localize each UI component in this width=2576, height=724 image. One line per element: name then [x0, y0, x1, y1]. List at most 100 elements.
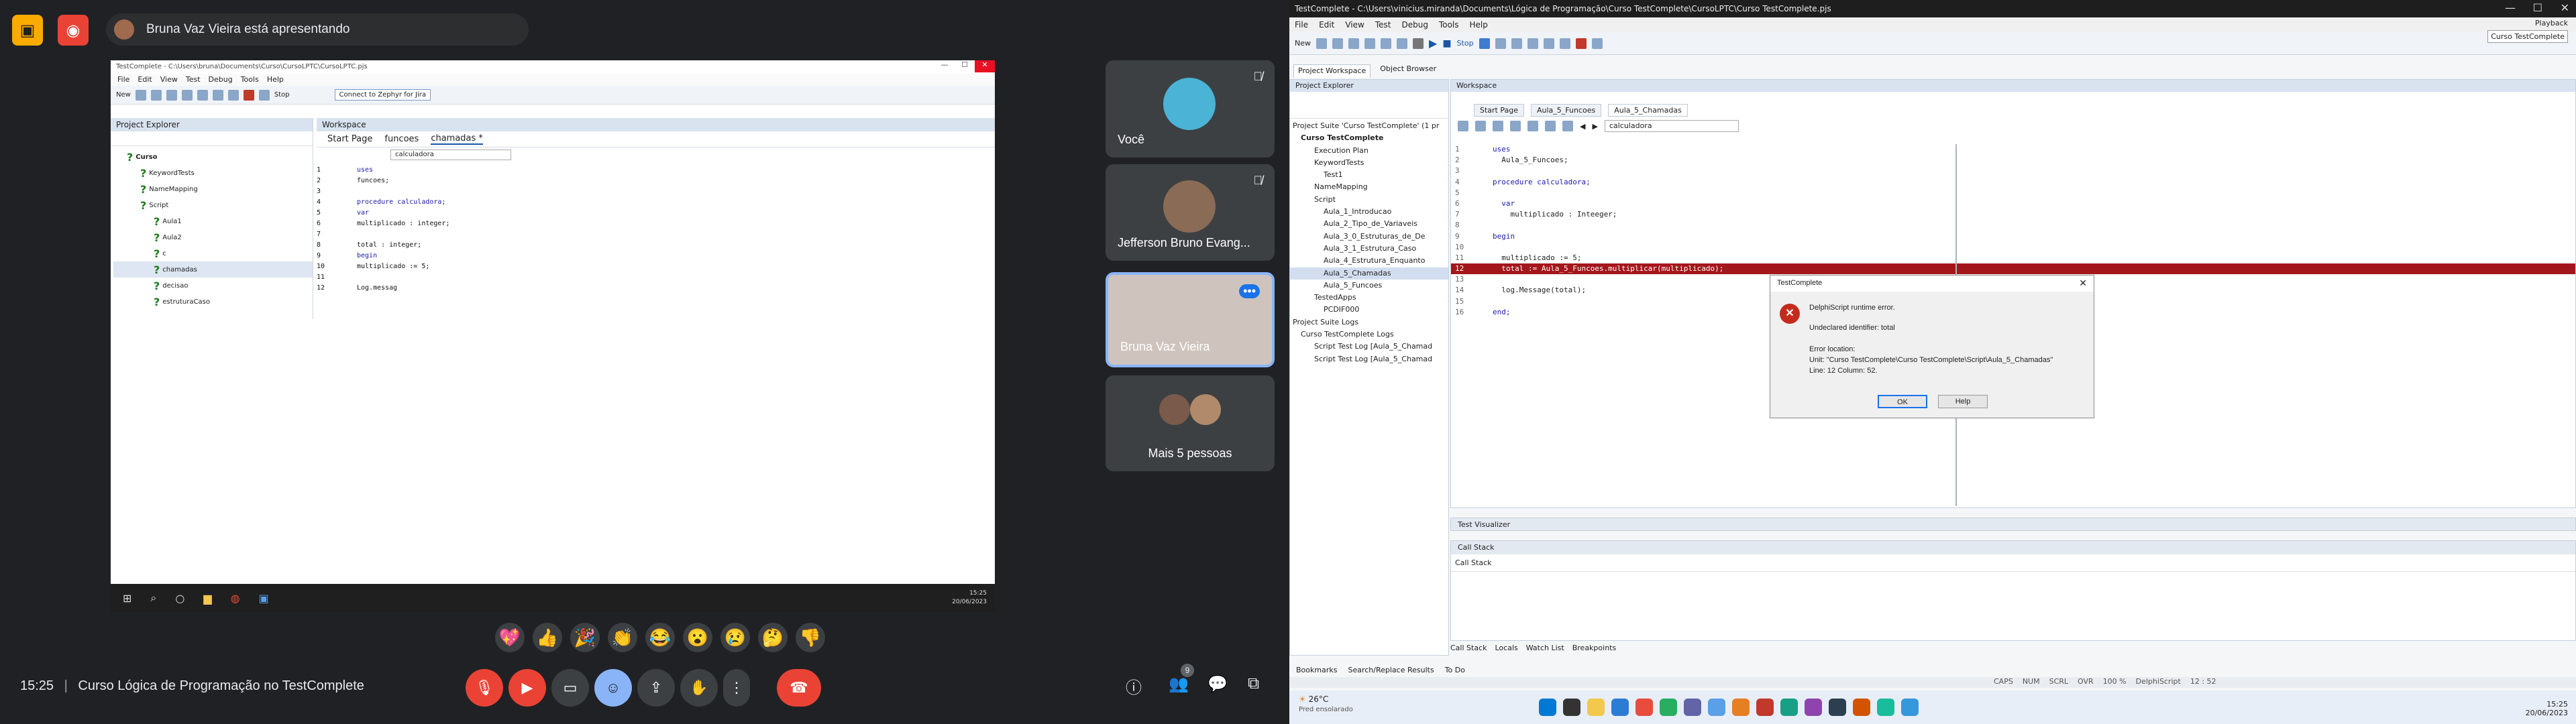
- tree-item[interactable]: ? Script: [113, 197, 313, 213]
- tab-project-workspace[interactable]: Project Workspace: [1293, 64, 1371, 78]
- tree-item[interactable]: ? Curso: [113, 149, 313, 165]
- reactions-button[interactable]: ☺: [594, 669, 632, 707]
- weather-widget[interactable]: ☀ 26°C Pred ensolarado: [1299, 695, 1353, 715]
- toolbar-icon[interactable]: [1510, 121, 1521, 131]
- tree-item[interactable]: PCDIF000: [1290, 304, 1448, 316]
- record-test-icon[interactable]: [243, 89, 254, 101]
- tree-item[interactable]: Aula_5_Funcoes: [1290, 280, 1448, 292]
- close-icon[interactable]: ✕: [975, 60, 995, 72]
- tab-call-stack[interactable]: Call Stack: [1450, 644, 1487, 652]
- record-icon[interactable]: ◉: [58, 15, 89, 46]
- tree-item[interactable]: KeywordTests: [1290, 157, 1448, 169]
- bookmark-icon[interactable]: [1559, 38, 1570, 49]
- record-test-icon[interactable]: [1413, 38, 1424, 49]
- activities-icon[interactable]: ⧉: [1248, 674, 1259, 693]
- tree-item[interactable]: Test1: [1290, 169, 1448, 181]
- task-view-icon[interactable]: ○: [175, 592, 184, 605]
- folder-icon[interactable]: [1587, 699, 1605, 716]
- app-icon[interactable]: [1853, 699, 1870, 716]
- tree-item[interactable]: Project Suite Logs: [1290, 316, 1448, 328]
- routine-select[interactable]: calculadora: [390, 149, 511, 160]
- tab-object-browser[interactable]: Object Browser: [1380, 64, 1436, 78]
- teams-icon[interactable]: [1684, 699, 1701, 716]
- routine-select[interactable]: calculadora: [1604, 120, 1739, 132]
- test-visualizer-panel[interactable]: Test Visualizer: [1450, 518, 2576, 531]
- windows-start-icon[interactable]: ⊞: [123, 592, 131, 605]
- tree-item-selected[interactable]: Aula_5_Chamadas: [1290, 267, 1448, 280]
- menu-file[interactable]: File: [117, 75, 129, 84]
- app-icon[interactable]: [1829, 699, 1846, 716]
- raise-hand-button[interactable]: ✋: [680, 669, 718, 707]
- bug-icon[interactable]: [1575, 38, 1587, 49]
- minimize-icon[interactable]: —: [2505, 1, 2516, 14]
- testcomplete-icon[interactable]: [1708, 699, 1725, 716]
- menu-edit[interactable]: Edit: [138, 75, 152, 84]
- tree-item[interactable]: ? estruturaCaso: [113, 294, 313, 310]
- present-button[interactable]: ⇪: [637, 669, 675, 707]
- tab-search-replace[interactable]: Search/Replace Results: [1348, 666, 1434, 674]
- tree-item[interactable]: Script Test Log [Aula_5_Chamad: [1290, 353, 1448, 365]
- tree-item[interactable]: ? c: [113, 245, 313, 261]
- ok-button[interactable]: OK: [1878, 395, 1927, 408]
- chrome-icon[interactable]: ◍: [231, 592, 240, 605]
- tab-chamadas[interactable]: chamadas *: [431, 133, 483, 145]
- toolbar-icon[interactable]: [1545, 121, 1556, 131]
- tree-item[interactable]: Project Suite 'Curso TestComplete' (1 pr: [1290, 120, 1448, 132]
- tab-aula5-funcoes[interactable]: Aula_5_Funcoes: [1531, 103, 1602, 117]
- shared-code-editor[interactable]: 1 uses 2 funcoes; 3 4 procedure calculador…: [317, 165, 995, 306]
- tab-start-page[interactable]: Start Page: [1474, 103, 1524, 117]
- vscode-icon[interactable]: [1901, 699, 1919, 716]
- outdent-icon[interactable]: [1527, 38, 1538, 49]
- step-icon[interactable]: [1495, 38, 1506, 49]
- indent-icon[interactable]: [1511, 38, 1522, 49]
- tab-funcoes[interactable]: funcoes: [384, 134, 419, 144]
- cut-icon[interactable]: [197, 89, 208, 101]
- reaction-heart[interactable]: 💖: [495, 623, 525, 652]
- stop-icon[interactable]: ■: [1442, 38, 1451, 49]
- toolbar-icon[interactable]: [1527, 121, 1538, 131]
- tree-item[interactable]: ? KeywordTests: [113, 165, 313, 181]
- open-icon[interactable]: [150, 89, 162, 101]
- tree-item[interactable]: Aula_4_Estrutura_Enquanto: [1290, 255, 1448, 267]
- outlook-icon[interactable]: [1611, 699, 1629, 716]
- tree-item[interactable]: ? decisao: [113, 278, 313, 294]
- tree-item[interactable]: Curso TestComplete Logs: [1290, 328, 1448, 341]
- tab-start-page[interactable]: Start Page: [327, 134, 372, 144]
- paste-icon[interactable]: [227, 89, 239, 101]
- pause-icon[interactable]: [1479, 38, 1490, 49]
- maximize-icon[interactable]: ☐: [2533, 1, 2542, 14]
- tree-item[interactable]: ? NameMapping: [113, 181, 313, 197]
- close-icon[interactable]: ✕: [2561, 1, 2569, 14]
- system-clock[interactable]: 15:25 20/06/2023: [2526, 700, 2568, 717]
- tree-item[interactable]: Curso TestComplete: [1290, 132, 1448, 144]
- toolbar-icon[interactable]: [1493, 121, 1503, 131]
- menu-help[interactable]: Help: [267, 75, 284, 84]
- app-icon[interactable]: [1877, 699, 1894, 716]
- participant-tile-active[interactable]: ••• Bruna Vaz Vieira: [1106, 272, 1275, 367]
- participant-tile-more[interactable]: Mais 5 pessoas: [1106, 375, 1275, 471]
- save-icon[interactable]: [135, 89, 146, 101]
- tree-item[interactable]: Script Test Log [Aula_5_Chamad: [1290, 341, 1448, 353]
- stop-button[interactable]: Stop: [274, 91, 290, 99]
- search-icon[interactable]: ⌕: [150, 591, 156, 605]
- tab-locals[interactable]: Locals: [1495, 644, 1517, 652]
- zephyr-button[interactable]: Connect to Zephyr for Jira: [334, 89, 431, 101]
- app-icon[interactable]: [1805, 699, 1822, 716]
- run-icon[interactable]: ▶: [1429, 37, 1437, 50]
- tree-item[interactable]: Aula_1_Introducao: [1290, 206, 1448, 218]
- menu-debug[interactable]: Debug: [209, 75, 233, 84]
- close-icon[interactable]: ✕: [2079, 278, 2087, 289]
- back-icon[interactable]: ◀: [1580, 122, 1585, 131]
- new-button[interactable]: New: [116, 91, 131, 99]
- toolbar-icon[interactable]: [1562, 121, 1573, 131]
- tree-item[interactable]: NameMapping: [1290, 181, 1448, 193]
- participant-tile-you[interactable]: 🎙̸ Você: [1106, 60, 1275, 158]
- copy-icon[interactable]: [212, 89, 223, 101]
- task-view-icon[interactable]: [1563, 699, 1580, 716]
- people-icon[interactable]: 👥: [1169, 674, 1189, 694]
- tab-bookmarks[interactable]: Bookmarks: [1296, 666, 1337, 674]
- participant-tile[interactable]: 🎙̸ Jefferson Bruno Evang...: [1106, 164, 1275, 261]
- help-button[interactable]: Help: [1938, 395, 1988, 408]
- tree-item[interactable]: Aula_3_0_Estruturas_de_De: [1290, 231, 1448, 243]
- tree-item[interactable]: Script: [1290, 194, 1448, 206]
